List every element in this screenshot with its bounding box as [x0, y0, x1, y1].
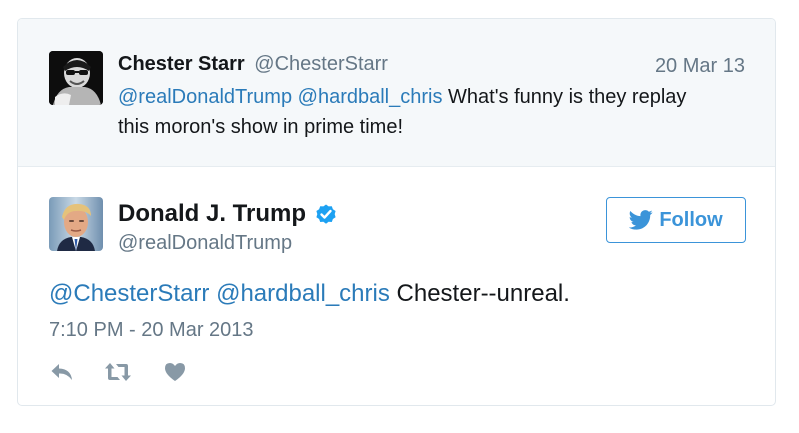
retweet-button[interactable] — [103, 362, 133, 382]
tweet-author-handle[interactable]: @realDonaldTrump — [118, 230, 292, 256]
parent-tweet-text: @realDonaldTrump @hardball_chris What's … — [118, 82, 738, 142]
mention-link-hardball-chris[interactable]: @hardball_chris — [216, 280, 390, 307]
like-button[interactable] — [163, 362, 187, 382]
in-reply-to-tweet[interactable]: Chester Starr @ChesterStarr 20 Mar 13 @r… — [18, 19, 775, 167]
avatar-photo — [49, 51, 103, 105]
tweet-author-name[interactable]: Donald J. Trump — [118, 199, 306, 229]
parent-text-line-1: What's funny is they replay — [448, 86, 687, 108]
mention-link-realdonaldtrump[interactable]: @realDonaldTrump — [118, 86, 292, 108]
parent-author-row[interactable]: Chester Starr @ChesterStarr — [118, 51, 388, 77]
reply-icon — [51, 364, 72, 380]
verified-badge-icon — [314, 202, 338, 226]
tweet-actions — [49, 359, 187, 385]
mention-link-hardball-chris[interactable]: @hardball_chris — [298, 86, 443, 108]
avatar-photo — [49, 197, 103, 251]
tweet-timestamp[interactable]: 7:10 PM - 20 Mar 2013 — [49, 317, 254, 343]
reply-button[interactable] — [49, 362, 75, 382]
heart-icon — [165, 363, 185, 381]
mention-link-chesterstarr[interactable]: @ChesterStarr — [49, 280, 209, 307]
tweet-author-row[interactable]: Donald J. Trump — [118, 199, 338, 229]
embedded-tweet-card: Chester Starr @ChesterStarr 20 Mar 13 @r… — [17, 18, 776, 406]
donald-trump-avatar[interactable] — [49, 197, 103, 251]
parent-text-line-2: this moron's show in prime time! — [118, 116, 404, 138]
follow-button-label: Follow — [659, 208, 723, 231]
parent-tweet-date[interactable]: 20 Mar 13 — [655, 53, 745, 79]
retweet-icon — [105, 363, 131, 381]
parent-author-handle[interactable]: @ChesterStarr — [254, 53, 388, 75]
chester-starr-avatar[interactable] — [49, 51, 103, 105]
tweet-text: @ChesterStarr @hardball_chris Chester--u… — [49, 279, 749, 309]
parent-author-name[interactable]: Chester Starr — [118, 53, 245, 75]
twitter-bird-icon — [629, 210, 653, 230]
tweet-body: Chester--unreal. — [396, 280, 570, 307]
follow-button[interactable]: Follow — [606, 197, 746, 243]
